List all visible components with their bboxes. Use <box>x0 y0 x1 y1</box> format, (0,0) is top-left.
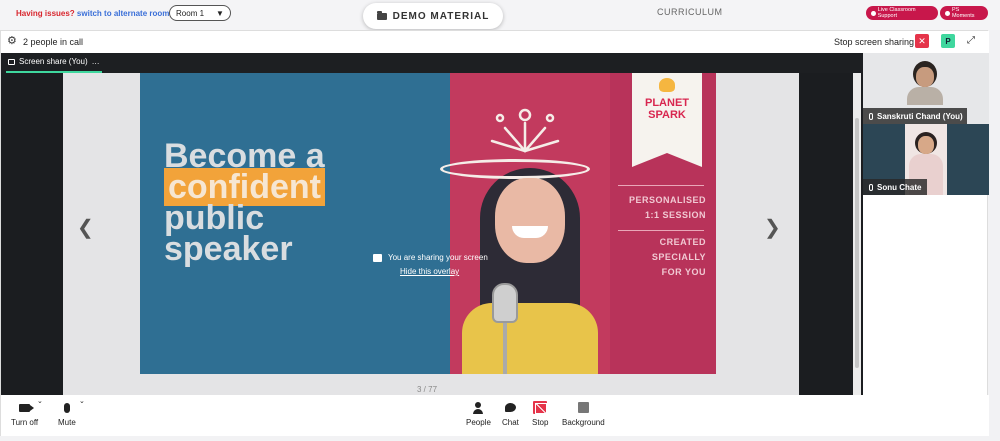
logo-text-line-1: PLANET <box>645 97 689 109</box>
hide-overlay-link[interactable]: Hide this overlay <box>400 267 503 276</box>
background-button[interactable]: Background <box>562 401 605 427</box>
chevron-down-icon[interactable]: ⌄ <box>37 397 43 405</box>
mute-label: Mute <box>58 418 76 427</box>
side-copy-line-3: CREATED SPECIALLY <box>651 237 706 262</box>
gear-icon[interactable]: ⚙ <box>7 36 18 47</box>
chevron-down-icon[interactable]: ⌄ <box>79 397 85 405</box>
live-support-label: Live Classroom Support <box>877 7 916 19</box>
demo-material-button[interactable]: DEMO MATERIAL <box>363 3 503 29</box>
side-copy-line-1: PERSONALISED <box>628 195 706 205</box>
alternate-room-link[interactable]: switch to alternate room <box>77 9 169 18</box>
burst-graphic-icon <box>490 108 560 153</box>
microphone-icon <box>869 112 873 120</box>
microphone-icon <box>492 283 518 323</box>
expand-icon[interactable]: ⤢ <box>967 35 979 47</box>
mute-button[interactable]: Mute <box>58 401 76 427</box>
screen-share-stage: ❮ ❯ 3 / 77 Become a confident public spe… <box>1 73 863 395</box>
stop-label: Stop <box>532 418 549 427</box>
screen-icon <box>373 253 382 262</box>
room-selector-label: Room 1 <box>176 8 205 18</box>
caret-down-icon: ▼ <box>216 8 224 18</box>
scrollbar-thumb[interactable] <box>855 118 859 368</box>
ps-moments-button[interactable]: PS Moments <box>940 6 988 20</box>
sharing-overlay-text: You are sharing your screen <box>388 253 488 262</box>
slide-headline: Become a confident public speaker <box>164 139 325 268</box>
participant-tile[interactable]: Sanskruti Chand (You) <box>863 53 989 124</box>
people-count: 2 people in call <box>23 37 84 47</box>
participant-name-bar: Sanskruti Chand (You) <box>863 108 967 124</box>
participant-tile[interactable]: Sonu Chate <box>863 124 989 195</box>
slide-divider <box>618 185 704 186</box>
people-label: People <box>466 418 491 427</box>
people-icon <box>473 401 484 414</box>
halo-graphic <box>440 159 590 179</box>
girl-face <box>495 178 565 263</box>
background-icon <box>577 402 589 413</box>
turn-off-camera-button[interactable]: Turn off <box>11 401 38 427</box>
demo-material-label: DEMO MATERIAL <box>392 10 490 22</box>
people-button[interactable]: People <box>466 401 491 427</box>
issues-notice: Having issues? switch to alternate room <box>16 9 169 18</box>
logo-mascot-icon <box>659 78 675 92</box>
screen-share-tab-label: Screen share (You) <box>19 57 88 66</box>
chat-label: Chat <box>502 418 519 427</box>
live-classroom-support-button[interactable]: Live Classroom Support <box>866 6 938 20</box>
logo-text-line-2: SPARK <box>648 109 686 121</box>
microphone-icon <box>869 183 873 191</box>
participant-name: Sonu Chate <box>877 182 922 192</box>
curriculum-tab[interactable]: CURRICULUM <box>657 7 723 17</box>
stop-share-icon <box>533 401 548 414</box>
participant-avatar[interactable]: P <box>941 34 955 48</box>
side-copy-line-4: FOR YOU <box>661 267 706 277</box>
call-header: ⚙ 2 people in call Stop screen sharing ✕… <box>1 31 989 53</box>
previous-slide-icon[interactable]: ❮ <box>77 215 94 240</box>
participant-name-bar: Sonu Chate <box>863 179 927 195</box>
scrollbar[interactable] <box>853 73 861 395</box>
turn-off-label: Turn off <box>11 418 39 427</box>
bottom-strip <box>0 436 1000 441</box>
next-slide-icon[interactable]: ❯ <box>764 215 781 240</box>
support-icon <box>871 10 876 16</box>
headline-line-4: speaker <box>164 230 293 268</box>
ps-moments-label: PS Moments <box>951 7 975 19</box>
stop-sharing-button[interactable]: Stop <box>532 401 548 427</box>
close-icon[interactable]: ✕ <box>915 34 929 48</box>
side-copy-line-2: 1:1 SESSION <box>644 210 706 220</box>
sharing-overlay: You are sharing your screen Hide this ov… <box>373 253 503 276</box>
screen-share-tab[interactable]: Screen share (You) … <box>8 57 100 66</box>
screen-icon <box>8 58 15 65</box>
issues-text: Having issues? <box>16 9 75 18</box>
background-label: Background <box>562 418 605 427</box>
call-toolbar: Turn off ⌄ Mute ⌄ People Chat Stop Backg… <box>1 395 989 437</box>
participant-name: Sanskruti Chand (You) <box>877 111 963 121</box>
stop-screen-sharing-label[interactable]: Stop screen sharing <box>834 37 914 47</box>
call-panel: ⚙ 2 people in call Stop screen sharing ✕… <box>0 30 989 437</box>
share-tab-bar: Screen share (You) … <box>1 53 863 73</box>
girl-shirt <box>462 303 598 374</box>
microphone-icon <box>63 402 70 413</box>
participant-video <box>907 61 943 105</box>
microphone-stand <box>503 323 507 374</box>
page-indicator: 3 / 77 <box>417 385 438 394</box>
room-selector[interactable]: Room 1 ▼ <box>169 5 231 21</box>
chat-icon <box>504 403 516 412</box>
moments-icon <box>945 10 950 16</box>
logo-text: PLANET SPARK <box>638 97 696 121</box>
folder-icon <box>376 10 387 20</box>
top-bar: Having issues? switch to alternate room … <box>0 0 1000 30</box>
chat-button[interactable]: Chat <box>502 401 519 427</box>
camera-icon <box>19 403 35 412</box>
slide-side-copy: PERSONALISED 1:1 SESSION CREATED SPECIAL… <box>610 193 706 280</box>
more-icon[interactable]: … <box>92 57 100 66</box>
slide-image: Become a confident public speaker PLANET… <box>140 73 716 374</box>
planet-spark-logo: PLANET SPARK <box>632 73 702 167</box>
